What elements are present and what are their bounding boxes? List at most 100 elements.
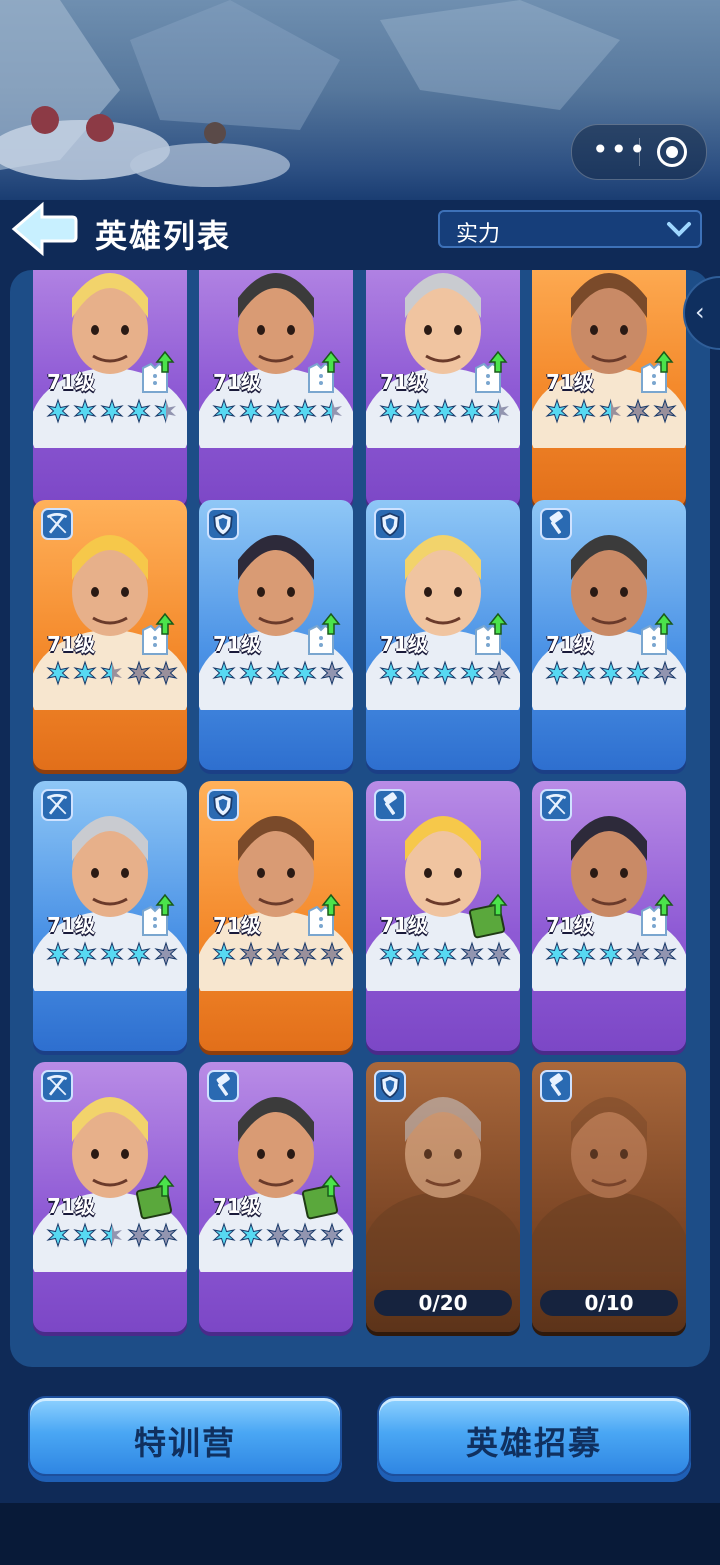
gear-upgrade-icon[interactable]	[634, 893, 676, 939]
hero-level: 71级	[380, 632, 428, 656]
star-empty-icon	[292, 941, 318, 967]
gear-upgrade-icon[interactable]	[634, 612, 676, 658]
star-filled-icon	[405, 660, 431, 686]
star-filled-icon	[405, 398, 431, 424]
hammer-role-icon	[374, 789, 406, 821]
hero-recruit-button[interactable]: 英雄招募	[377, 1396, 691, 1476]
hero-card[interactable]: 0/10	[532, 1062, 686, 1332]
hero-level: 71级	[47, 632, 95, 656]
star-empty-icon	[153, 941, 179, 967]
target-icon[interactable]	[657, 137, 687, 167]
hero-card[interactable]: 71级	[33, 1062, 187, 1332]
star-rating	[378, 941, 512, 967]
gear-upgrade-icon[interactable]	[135, 350, 177, 396]
gear-upgrade-icon[interactable]	[468, 612, 510, 658]
hero-card[interactable]: 71级	[199, 1062, 353, 1332]
star-empty-icon	[652, 660, 678, 686]
star-rating	[378, 398, 510, 424]
star-empty-icon	[625, 398, 651, 424]
skill-book-upgrade-icon[interactable]	[135, 1174, 177, 1220]
crossbow-role-icon	[41, 1070, 73, 1102]
gear-upgrade-icon[interactable]	[634, 350, 676, 396]
hero-recruit-label: 英雄招募	[465, 1424, 602, 1462]
star-empty-icon	[292, 1222, 318, 1248]
star-filled-icon	[211, 660, 237, 686]
hero-card[interactable]: 71级	[366, 781, 520, 1051]
sort-dropdown-label: 实力	[456, 222, 501, 247]
hero-level: 71级	[546, 913, 594, 937]
crossbow-role-icon	[540, 789, 572, 821]
mini-program-capsule: •••	[571, 124, 707, 180]
hammer-role-icon	[540, 508, 572, 540]
hero-card[interactable]: 71级	[366, 270, 520, 508]
hero-card[interactable]: 71级	[33, 781, 187, 1051]
star-empty-icon	[486, 660, 512, 686]
hero-card[interactable]: 71级	[199, 270, 353, 508]
star-filled-icon	[405, 941, 431, 967]
star-rating	[211, 941, 344, 967]
training-camp-button[interactable]: 特训营	[28, 1396, 342, 1476]
hero-list-panel[interactable]: 71级 71级 71级 71级 71级 71级 71级 71级 71级 71级 71级 71级 71级 7…	[10, 270, 710, 1367]
star-filled-icon	[99, 941, 125, 967]
star-filled-icon	[45, 660, 71, 686]
crossbow-role-icon	[41, 508, 73, 540]
gear-upgrade-icon[interactable]	[135, 893, 177, 939]
hammer-role-icon	[207, 1070, 239, 1102]
page-title: 英雄列表	[95, 217, 232, 255]
star-filled-icon	[238, 660, 264, 686]
star-filled-icon	[211, 1222, 237, 1248]
hero-card[interactable]: 71级	[532, 500, 686, 770]
star-filled-icon	[99, 398, 125, 424]
star-half-icon	[319, 398, 345, 424]
more-icon[interactable]: •••	[592, 136, 646, 165]
star-empty-icon	[486, 941, 512, 967]
gear-upgrade-icon[interactable]	[301, 612, 343, 658]
gear-upgrade-icon[interactable]	[301, 350, 343, 396]
star-rating	[45, 660, 179, 686]
star-filled-icon	[211, 398, 237, 424]
hero-card[interactable]: 71级	[199, 500, 353, 770]
hero-card[interactable]: 71级	[532, 781, 686, 1051]
training-camp-label: 特训营	[133, 1424, 236, 1462]
star-filled-icon	[598, 660, 624, 686]
hero-card[interactable]: 71级	[33, 270, 187, 508]
star-half-icon	[598, 398, 624, 424]
hero-card[interactable]: 0/20	[366, 1062, 520, 1332]
skill-book-upgrade-icon[interactable]	[301, 1174, 343, 1220]
hero-card[interactable]: 71级	[366, 500, 520, 770]
hero-level: 71级	[213, 1194, 261, 1218]
star-filled-icon	[72, 398, 98, 424]
gear-upgrade-icon[interactable]	[301, 893, 343, 939]
hammer-role-icon	[540, 1070, 572, 1102]
star-filled-icon	[265, 398, 291, 424]
star-rating	[211, 398, 343, 424]
star-filled-icon	[292, 660, 318, 686]
crossbow-role-icon	[41, 789, 73, 821]
star-filled-icon	[459, 660, 485, 686]
star-filled-icon	[544, 660, 570, 686]
hero-level: 71级	[213, 370, 261, 394]
star-filled-icon	[72, 941, 98, 967]
star-empty-icon	[459, 941, 485, 967]
shield-role-icon	[374, 1070, 406, 1102]
hero-card[interactable]: 71级	[532, 270, 686, 508]
star-empty-icon	[319, 660, 345, 686]
sort-dropdown[interactable]: 实力	[438, 210, 702, 248]
star-half-icon	[486, 398, 512, 424]
gear-upgrade-icon[interactable]	[135, 612, 177, 658]
star-rating	[211, 660, 345, 686]
back-arrow-icon[interactable]	[8, 201, 78, 257]
star-filled-icon	[432, 398, 458, 424]
star-empty-icon	[153, 660, 179, 686]
star-rating	[378, 660, 512, 686]
hero-card[interactable]: 71级	[199, 781, 353, 1051]
star-empty-icon	[153, 1222, 179, 1248]
star-rating	[544, 660, 678, 686]
star-empty-icon	[265, 1222, 291, 1248]
gear-upgrade-icon[interactable]	[468, 350, 510, 396]
star-filled-icon	[72, 660, 98, 686]
skill-book-upgrade-icon[interactable]	[468, 893, 510, 939]
star-empty-icon	[652, 398, 678, 424]
hero-card[interactable]: 71级	[33, 500, 187, 770]
star-empty-icon	[625, 941, 651, 967]
